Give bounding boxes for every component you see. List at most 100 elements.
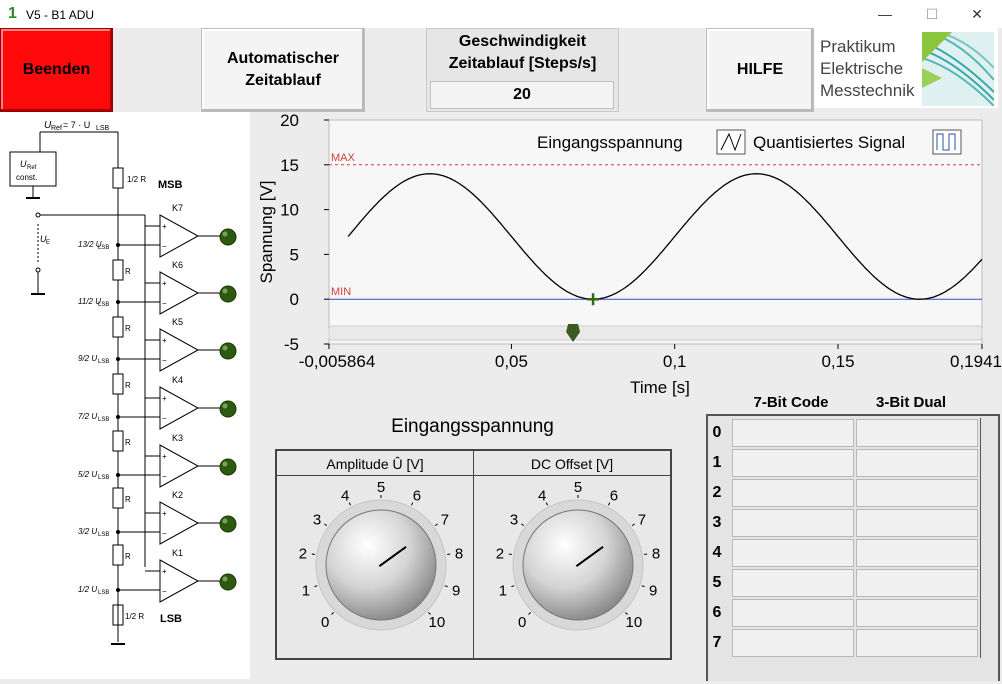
speed-input[interactable]: 20	[430, 81, 614, 109]
uref-box-const: const.	[16, 173, 37, 182]
svg-text:R: R	[125, 324, 131, 333]
cell-3bit-dual	[856, 569, 978, 597]
knob-panel: Amplitude Û [V] DC Offset [V] 0123456789…	[275, 449, 672, 660]
tap-label: 5/2 U	[78, 470, 97, 479]
uref-box-u: U	[20, 159, 27, 169]
header-3bit: 3-Bit Dual	[856, 394, 966, 414]
comparator-led	[220, 286, 236, 302]
circuit-svg: U Ref = 7 · U LSB U Ref const. U E 1/2 R	[0, 112, 250, 679]
speed-control: Geschwindigkeit Zeitablauf [Steps/s] 20	[426, 28, 619, 112]
comparator-led	[220, 229, 236, 245]
offset-knob[interactable]: 012345678910	[474, 476, 670, 656]
knob-tick-label: 0	[321, 614, 329, 631]
svg-text:−: −	[162, 414, 167, 423]
uref-sub: Ref	[51, 125, 62, 132]
tap-label: 9/2 U	[78, 354, 97, 363]
amplitude-header: Amplitude Û [V]	[277, 451, 474, 476]
signal-chart: Spannung [V] Time [s] -505101520 -0,0058…	[250, 112, 1002, 402]
knob-tick-label: 2	[496, 546, 504, 563]
title-bar: 1 V5 - B1 ADU — ☐ ✕	[0, 0, 1002, 28]
svg-text:R: R	[125, 495, 131, 504]
legend-quantisiertes: Quantisiertes Signal	[753, 133, 905, 152]
resistor-top-label: 1/2 R	[127, 175, 146, 184]
svg-text:+: +	[162, 567, 167, 576]
svg-text:LSB: LSB	[98, 532, 109, 538]
hilfe-button[interactable]: HILFE	[706, 28, 814, 112]
maximize-button[interactable]: ☐	[917, 4, 947, 24]
plot-area[interactable]	[329, 120, 982, 344]
knob-tick-label: 1	[499, 582, 507, 599]
knob-tick-label: 2	[299, 546, 307, 563]
cell-7bit-code	[732, 569, 854, 597]
knob-tick-label: 8	[455, 546, 463, 563]
knob-tick-label: 4	[538, 488, 546, 505]
svg-text:LSB: LSB	[98, 245, 109, 251]
x-tick-label: 0,15	[821, 352, 854, 371]
table-row-label: 3	[706, 508, 728, 537]
svg-text:LSB: LSB	[98, 475, 109, 481]
svg-text:−: −	[162, 299, 167, 308]
close-button[interactable]: ✕	[962, 4, 992, 24]
chart-scrollbar[interactable]	[329, 326, 982, 340]
svg-text:LSB: LSB	[98, 302, 109, 308]
table-row-label: 7	[706, 628, 728, 657]
knob-tick-label: 3	[510, 512, 518, 529]
x-tick-label: -0,005864	[299, 352, 376, 371]
header-7bit: 7-Bit Code	[732, 394, 850, 414]
comparator-led	[220, 516, 236, 532]
cell-7bit-code	[732, 539, 854, 567]
minimize-button[interactable]: —	[870, 4, 900, 24]
logo-line2: Elektrische	[820, 58, 914, 80]
svg-text:LSB: LSB	[98, 590, 109, 596]
svg-text:R: R	[125, 438, 131, 447]
comparator-k4: K4+−7/2 ULSB	[78, 375, 236, 429]
ue-sub: E	[46, 240, 50, 246]
tap-label: 1/2 U	[78, 585, 97, 594]
knob-tick-label: 7	[638, 512, 646, 529]
svg-text:R: R	[125, 267, 131, 276]
y-tick-label: -5	[284, 335, 299, 354]
y-tick-label: 10	[280, 201, 299, 220]
min-label: MIN	[331, 286, 351, 298]
uref-lsb: LSB	[96, 125, 110, 132]
table-row-label: 6	[706, 598, 728, 627]
beenden-button[interactable]: Beenden	[0, 28, 113, 112]
hilfe-label: HILFE	[737, 59, 783, 81]
praktikum-logo: Praktikum Elektrische Messtechnik	[814, 28, 998, 108]
beenden-label: Beenden	[23, 59, 91, 81]
comparator-label: K5	[172, 317, 183, 327]
cell-3bit-dual	[856, 419, 978, 447]
comparator-led	[220, 574, 236, 590]
svg-text:R: R	[125, 381, 131, 390]
app-icon: 1	[8, 5, 17, 23]
legend-eingangsspannung: Eingangsspannung	[537, 133, 683, 152]
comparator-k3: K3+−5/2 ULSB	[78, 433, 236, 487]
comparator-k6: K6+−11/2 ULSB	[78, 260, 236, 314]
amplitude-knob[interactable]: 012345678910	[277, 476, 473, 656]
table-row-label: 2	[706, 478, 728, 507]
knob-tick-label: 3	[313, 512, 321, 529]
cell-7bit-code	[732, 629, 854, 657]
svg-text:LSB: LSB	[98, 417, 109, 423]
comparator-label: K2	[172, 490, 183, 500]
cell-3bit-dual	[856, 629, 978, 657]
cell-7bit-code	[732, 599, 854, 627]
comparator-label: K6	[172, 260, 183, 270]
knob-tick-label: 9	[452, 582, 460, 599]
knob-tick-label: 10	[429, 614, 446, 631]
speed-label: Geschwindigkeit Zeitablauf [Steps/s]	[427, 31, 618, 75]
comparator-label: K1	[172, 548, 183, 558]
cell-3bit-dual	[856, 479, 978, 507]
cell-7bit-code	[732, 419, 854, 447]
svg-text:+: +	[162, 279, 167, 288]
auto-timing-button[interactable]: Automatischer Zeitablauf	[201, 28, 365, 112]
knob-tick-label: 6	[413, 488, 421, 505]
svg-text:LSB: LSB	[98, 359, 109, 365]
y-tick-label: 0	[290, 290, 299, 309]
knob-tick-label: 5	[574, 479, 582, 496]
x-tick-label: 0,1941	[950, 352, 1002, 371]
cell-7bit-code	[732, 479, 854, 507]
uref-box-sub: Ref	[27, 165, 37, 171]
comparator-led	[220, 459, 236, 475]
table-row-label: 4	[706, 538, 728, 567]
